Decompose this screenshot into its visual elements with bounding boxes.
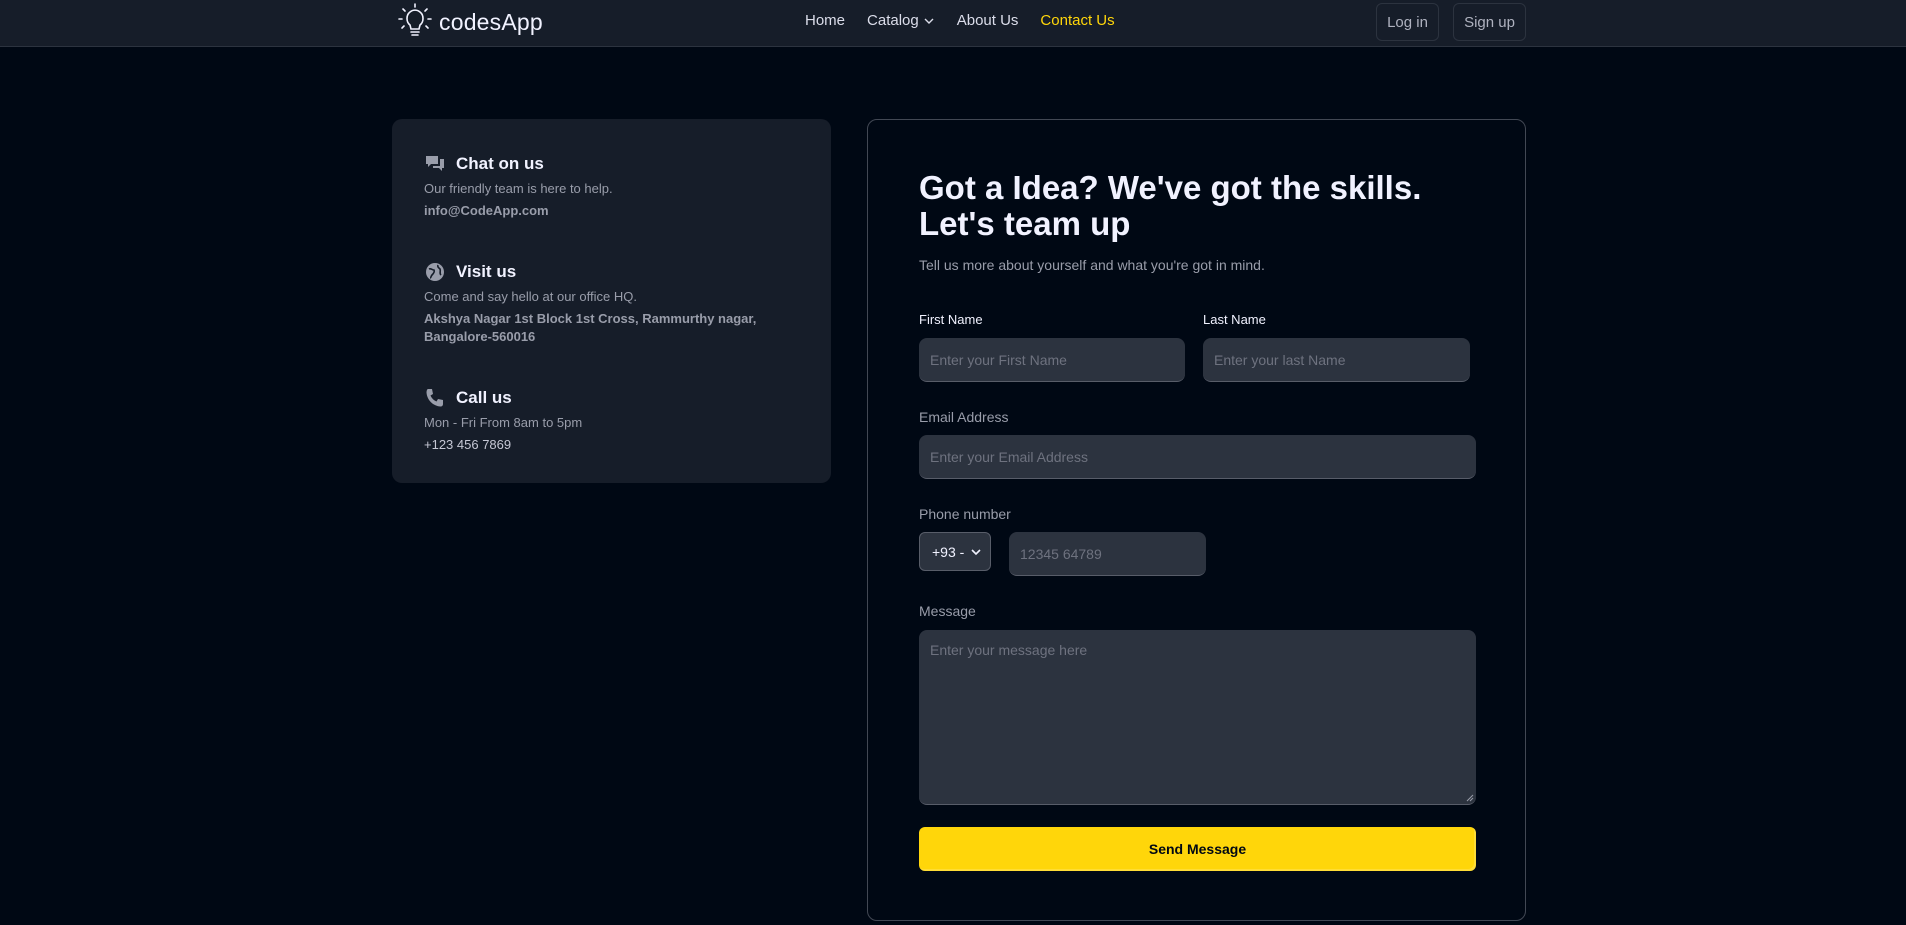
message-placeholder: Enter your message here	[930, 642, 1088, 658]
visit-block: Visit us Come and say hello at our offic…	[424, 261, 764, 346]
globe-icon	[426, 263, 444, 281]
login-button[interactable]: Log in	[1376, 3, 1439, 41]
lightbulb-icon	[398, 3, 432, 36]
send-message-button[interactable]: Send Message	[919, 827, 1476, 871]
first-name-input[interactable]: Enter your First Name	[919, 338, 1185, 382]
contact-form-card: Got a Idea? We've got the skills. Let's …	[867, 119, 1526, 921]
chevron-down-icon	[971, 548, 981, 555]
nav-link-about[interactable]: About Us	[957, 12, 1019, 29]
chat-icon	[426, 156, 444, 171]
email-placeholder: Enter your Email Address	[930, 448, 1088, 465]
phone-icon	[426, 389, 443, 407]
phone-input[interactable]: 12345 64789	[1009, 532, 1206, 576]
last-name-placeholder: Enter your last Name	[1214, 351, 1346, 368]
nav-link-contact[interactable]: Contact Us	[1040, 12, 1114, 29]
phone-label: Phone number	[919, 506, 1011, 522]
nav-link-home[interactable]: Home	[805, 12, 845, 29]
last-name-input[interactable]: Enter your last Name	[1203, 338, 1470, 382]
email-label: Email Address	[919, 409, 1009, 425]
first-name-label: First Name	[919, 312, 983, 327]
call-title: Call us	[456, 388, 512, 407]
email-input[interactable]: Enter your Email Address	[919, 435, 1476, 479]
chat-desc: Our friendly team is here to help.	[424, 181, 613, 196]
form-subheading: Tell us more about yourself and what you…	[919, 257, 1265, 273]
signup-button[interactable]: Sign up	[1453, 3, 1526, 41]
contact-info-card: Chat on us Our friendly team is here to …	[392, 119, 831, 483]
first-name-placeholder: Enter your First Name	[930, 351, 1067, 368]
top-navbar: codesApp Home Catalog About Us Contact U…	[0, 0, 1906, 47]
logo[interactable]: codesApp	[397, 3, 543, 41]
call-number: +123 456 7869	[424, 437, 512, 452]
chat-block: Chat on us Our friendly team is here to …	[424, 153, 764, 220]
last-name-label: Last Name	[1203, 312, 1266, 327]
phone-placeholder: 12345 64789	[1020, 545, 1102, 562]
resize-handle-icon[interactable]	[1466, 794, 1474, 802]
message-textarea[interactable]: Enter your message here	[919, 630, 1476, 805]
chat-title: Chat on us	[456, 154, 544, 173]
message-label: Message	[919, 603, 976, 619]
nav-link-catalog-label: Catalog	[867, 12, 919, 29]
visit-desc: Come and say hello at our office HQ.	[424, 289, 637, 304]
visit-address: Akshya Nagar 1st Block 1st Cross, Rammur…	[424, 311, 757, 344]
call-block: Call us Mon - Fri From 8am to 5pm +123 4…	[424, 387, 764, 454]
chat-email: info@CodeApp.com	[424, 203, 549, 218]
nav-link-catalog[interactable]: Catalog	[867, 12, 935, 29]
call-desc: Mon - Fri From 8am to 5pm	[424, 415, 583, 430]
form-heading: Got a Idea? We've got the skills. Let's …	[919, 169, 1422, 242]
country-code-select[interactable]: +93 -	[919, 532, 991, 571]
logo-text: codesApp	[439, 8, 543, 35]
visit-title: Visit us	[456, 262, 517, 281]
nav-links: Home Catalog About Us Contact Us	[805, 12, 1115, 29]
country-code-value: +93 -	[932, 543, 965, 560]
chevron-down-icon	[924, 18, 934, 24]
